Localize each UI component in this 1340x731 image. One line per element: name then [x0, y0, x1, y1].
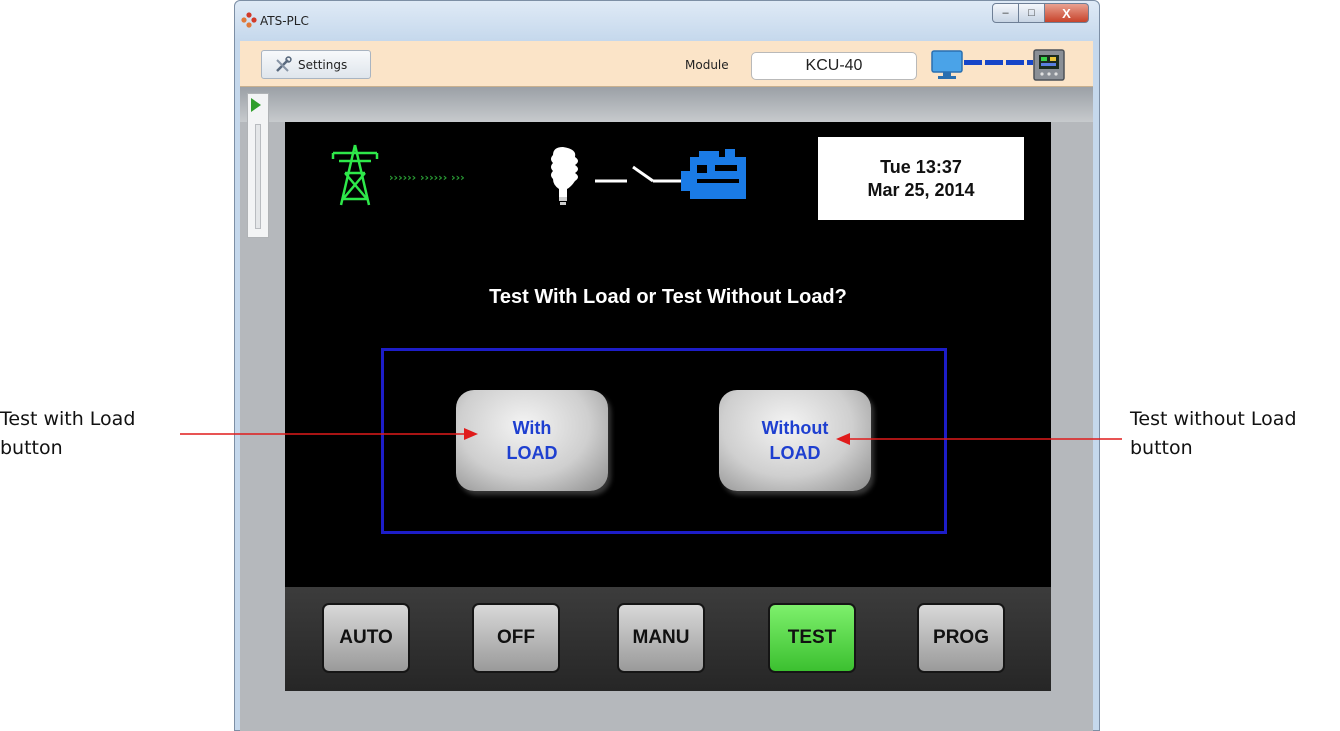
program-mode-button[interactable]: PROG [917, 603, 1005, 673]
app-window: ATS-PLC – □ X Settings Module KCU-40 ›››… [234, 0, 1100, 731]
annotation-line: Test without Load [1130, 408, 1297, 430]
test-load-question: Test With Load or Test Without Load? [489, 286, 847, 308]
annotation-test-without-load: Test without Load button [1130, 405, 1340, 463]
open-switch-icon [595, 165, 683, 183]
lightbulb-icon [551, 147, 578, 205]
module-label: Module [685, 58, 729, 72]
toolbar: Settings Module KCU-40 [240, 41, 1093, 87]
annotation-line: button [0, 437, 63, 459]
settings-button[interactable]: Settings [261, 50, 371, 79]
button-label-line: LOAD [769, 442, 821, 463]
test-with-load-button[interactable]: With LOAD [456, 390, 608, 491]
annotation-line: Test with Load [0, 408, 136, 430]
datetime-date: Mar 25, 2014 [867, 179, 975, 200]
button-label-line: Without [761, 417, 829, 438]
annotation-line: button [1130, 437, 1193, 459]
app-logo-icon [241, 12, 257, 28]
auto-mode-button[interactable]: AUTO [322, 603, 410, 673]
power-status-diagram: ›››››› ›››››› ››› [331, 144, 746, 206]
datetime-display: Tue 13:37 Mar 25, 2014 [818, 137, 1024, 220]
test-without-load-button[interactable]: Without LOAD [719, 390, 871, 491]
close-button[interactable]: X [1045, 3, 1089, 23]
off-mode-button[interactable]: OFF [472, 603, 560, 673]
datetime-time: Tue 13:37 [880, 156, 962, 177]
expand-arrow-icon[interactable] [251, 98, 261, 112]
module-field[interactable]: KCU-40 [751, 52, 917, 80]
manual-mode-button[interactable]: MANU [617, 603, 705, 673]
minimize-button[interactable]: – [992, 3, 1019, 23]
button-label-line: With [512, 417, 552, 438]
side-scrollbar[interactable] [255, 124, 261, 229]
frame-bezel [240, 87, 1093, 122]
maximize-button[interactable]: □ [1019, 3, 1045, 23]
window-title: ATS-PLC [260, 14, 309, 28]
generator-icon [681, 149, 746, 199]
settings-label: Settings [298, 57, 348, 72]
side-panel-toggle[interactable] [247, 93, 269, 238]
transmission-tower-icon [331, 144, 379, 206]
button-label-line: LOAD [506, 442, 558, 463]
connection-status-icon [931, 49, 1065, 81]
test-mode-button[interactable]: TEST [768, 603, 856, 673]
window-controls: – □ X [992, 3, 1089, 25]
power-flow-arrows-icon: ›››››› ›››››› ››› [389, 171, 465, 184]
annotation-test-with-load: Test with Load button [0, 405, 180, 463]
title-bar[interactable]: ATS-PLC – □ X [235, 1, 1099, 41]
svg-text:›››››› ›››››› ›››: ›››››› ›››››› ››› [389, 171, 465, 184]
tools-icon [276, 55, 292, 72]
